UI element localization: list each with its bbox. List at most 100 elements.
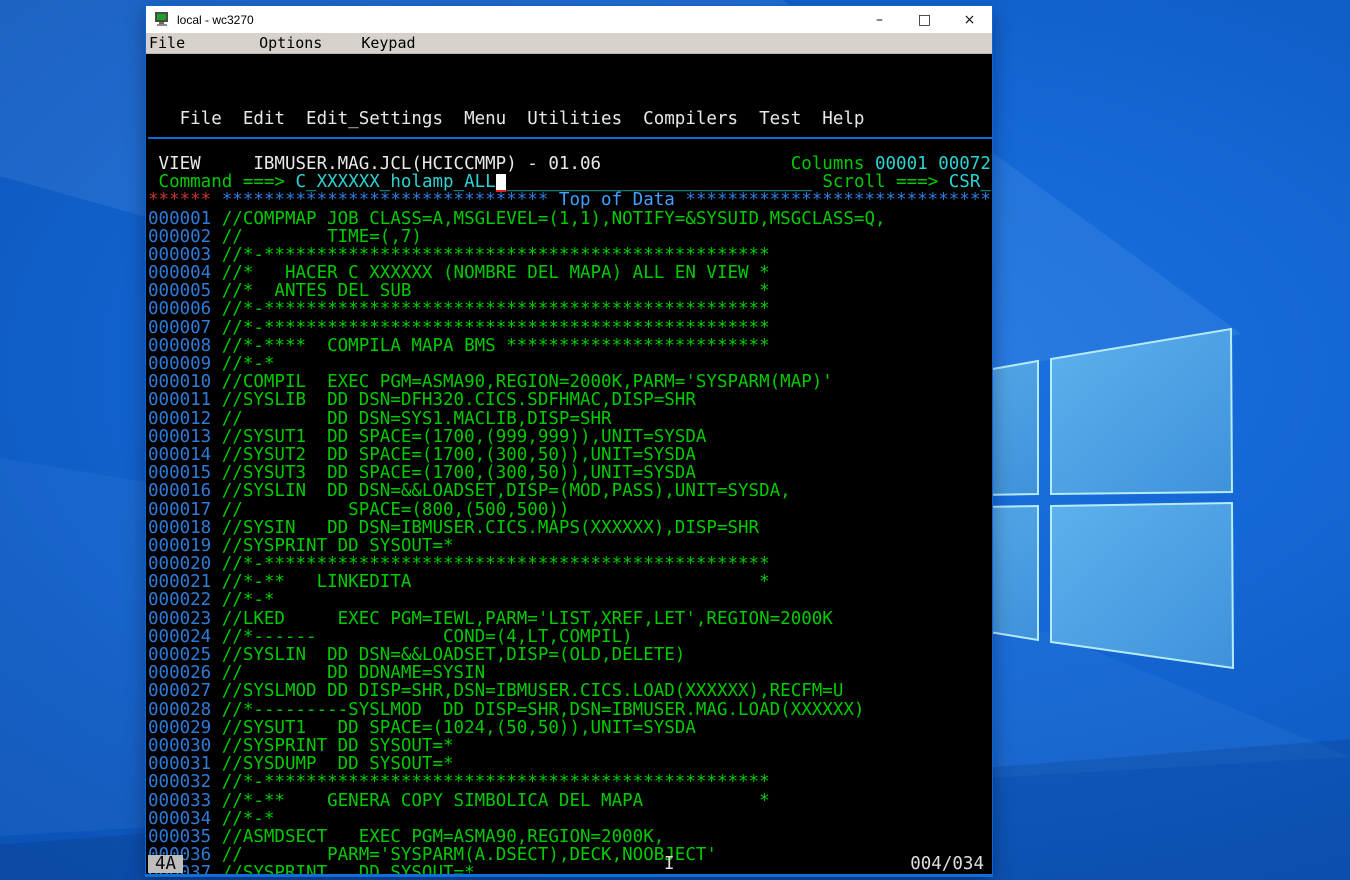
terminal-text: //*-************************************… [211, 772, 769, 792]
terminal-text: 000023 [148, 609, 211, 629]
title-bar[interactable]: local - wc3270 – □ × [146, 6, 992, 33]
terminal-text: 000025 [148, 645, 211, 665]
oia-insert-indicator: I [664, 855, 675, 873]
command-line[interactable]: Command ===> C_XXXXXX_holamp_ALL _______… [148, 173, 992, 191]
ispf-separator [148, 137, 992, 155]
terminal-row: 000032 //*-*****************************… [148, 773, 992, 791]
terminal-row: 000029 //SYSUT1 DD SPACE=(1024,(50,50)),… [148, 719, 992, 737]
terminal-text: //SYSDUMP DD SYSOUT=* [211, 754, 453, 774]
ispf-action-bar[interactable]: File Edit Edit_Settings Menu Utilities C… [148, 110, 992, 128]
terminal-screen[interactable]: File Edit Edit_Settings Menu Utilities C… [146, 54, 992, 874]
terminal-text: 000017 [148, 500, 211, 520]
menu-options[interactable]: Options [259, 34, 322, 52]
terminal-text: 000004 [148, 263, 211, 283]
terminal-text: 000028 [148, 700, 211, 720]
terminal-text: //*---------SYSLMOD DD DISP=SHR,DSN=IBMU… [211, 700, 864, 720]
terminal-text: 000001 [148, 209, 211, 229]
terminal-row: 000035 //ASMDSECT EXEC PGM=ASMA90,REGION… [148, 828, 992, 846]
terminal-text: 000016 [148, 481, 211, 501]
terminal-text: 000029 [148, 718, 211, 738]
terminal-text: //*-************************************… [211, 318, 769, 338]
menu-file[interactable]: File [149, 34, 185, 52]
top-of-data-line: ****** ******************************* T… [148, 191, 992, 209]
terminal-row: 000027 //SYSLMOD DD DISP=SHR,DSN=IBMUSER… [148, 682, 992, 700]
terminal-row: 000031 //SYSDUMP DD SYSOUT=* [148, 755, 992, 773]
terminal-row: 000012 // DD DSN=SYS1.MACLIB,DISP=SHR [148, 410, 992, 428]
terminal-text: 000031 [148, 754, 211, 774]
terminal-text: 000027 [148, 681, 211, 701]
terminal-text: 000010 [148, 372, 211, 392]
terminal-text: //SYSUT3 DD SPACE=(1700,(300,50)),UNIT=S… [211, 463, 696, 483]
terminal-row: 000014 //SYSUT2 DD SPACE=(1700,(300,50))… [148, 446, 992, 464]
terminal-text: //SYSIN DD DSN=IBMUSER.CICS.MAPS(XXXXXX)… [211, 518, 759, 538]
terminal-text: //*-** LINKEDITA * [211, 572, 769, 592]
terminal-text: //*-**** COMPILA MAPA BMS **************… [211, 336, 769, 356]
terminal-text: //*-* [211, 809, 274, 829]
terminal-app-icon [154, 12, 170, 27]
terminal-text: File Edit Edit_Settings Menu Utilities C… [148, 109, 864, 129]
terminal-text: //SYSLIB DD DSN=DFH320.CICS.SDFHMAC,DISP… [211, 390, 696, 410]
terminal-text: ******************************* [211, 190, 548, 210]
oia-cursor-position: 004/034 [910, 855, 984, 873]
blank-row [148, 91, 992, 109]
terminal-row: 000020 //*-*****************************… [148, 555, 992, 573]
terminal-text: //LKED EXEC PGM=IEWL,PARM='LIST,XREF,LET… [211, 609, 833, 629]
terminal-text: // TIME=(,7) [211, 227, 422, 247]
terminal-row: 000004 //* HACER C XXXXXX (NOMBRE DEL MA… [148, 264, 992, 282]
terminal-row: 000005 //* ANTES DEL SUB * [148, 282, 992, 300]
terminal-text: 000009 [148, 354, 211, 374]
terminal-text: 000015 [148, 463, 211, 483]
terminal-text: //*-* [211, 590, 274, 610]
terminal-text: // DD DSN=SYS1.MACLIB,DISP=SHR [211, 409, 611, 429]
terminal-text: 000026 [148, 663, 211, 683]
windows-logo-pane [1051, 503, 1233, 668]
terminal-text: 000003 [148, 245, 211, 265]
terminal-text: //SYSLMOD DD DISP=SHR,DSN=IBMUSER.CICS.L… [211, 681, 843, 701]
menu-keypad[interactable]: Keypad [361, 34, 415, 52]
terminal-text: 000033 [148, 791, 211, 811]
terminal-row: 000033 //*-** GENERA COPY SIMBOLICA DEL … [148, 792, 992, 810]
terminal-text: ****** [148, 190, 211, 210]
terminal-text: 000005 [148, 281, 211, 301]
close-button[interactable]: × [947, 6, 992, 33]
terminal-text: Top of Data [548, 190, 685, 210]
terminal-row: 000023 //LKED EXEC PGM=IEWL,PARM='LIST,X… [148, 610, 992, 628]
terminal-text: ***************************** [685, 190, 991, 210]
terminal-text: 000024 [148, 627, 211, 647]
terminal-row: 000018 //SYSIN DD DSN=IBMUSER.CICS.MAPS(… [148, 519, 992, 537]
terminal-text: 000002 [148, 227, 211, 247]
emulator-menu-bar: File Options Keypad [146, 33, 992, 54]
terminal-text: //ASMDSECT EXEC PGM=ASMA90,REGION=2000K, [211, 827, 664, 847]
terminal-row: 000009 //*-* [148, 355, 992, 373]
terminal-text: CSR_ [949, 172, 991, 192]
terminal-row: 000003 //*-*****************************… [148, 246, 992, 264]
windows-logo-pane [1051, 329, 1232, 494]
terminal-row: 000017 // SPACE=(800,(500,500)) [148, 501, 992, 519]
title-line: VIEW IBMUSER.MAG.JCL(HCICCMMP) - 01.06 C… [148, 155, 992, 173]
terminal-row: 000021 //*-** LINKEDITA * [148, 573, 992, 591]
terminal-text: // DD DDNAME=SYSIN [211, 663, 485, 683]
terminal-row: 000034 //*-* [148, 810, 992, 828]
terminal-text: //SYSLIN DD DSN=&&LOADSET,DISP=(OLD,DELE… [211, 645, 685, 665]
minimize-button[interactable]: – [857, 6, 902, 33]
terminal-row: 000007 //*-*****************************… [148, 319, 992, 337]
terminal-text: //*-************************************… [211, 554, 769, 574]
terminal-text: //*-** GENERA COPY SIMBOLICA DEL MAPA * [211, 791, 769, 811]
terminal-text: //*-************************************… [211, 299, 769, 319]
terminal-row: 000024 //*------ COND=(4,LT,COMPIL) [148, 628, 992, 646]
terminal-text: 000021 [148, 572, 211, 592]
terminal-text: //SYSPRINT DD SYSOUT=* [211, 736, 453, 756]
terminal-text: //SYSUT1 DD SPACE=(1024,(50,50)),UNIT=SY… [211, 718, 696, 738]
terminal-text: //* HACER C XXXXXX (NOMBRE DEL MAPA) ALL… [211, 263, 769, 283]
action-bar-divider [148, 137, 992, 139]
terminal-text: 000006 [148, 299, 211, 319]
operator-info-area: 4A I 004/034 [148, 855, 990, 873]
terminal-row: 000002 // TIME=(,7) [148, 228, 992, 246]
terminal-text: //*------ COND=(4,LT,COMPIL) [211, 627, 632, 647]
terminal-text: Command ===> [148, 172, 296, 192]
oia-status-badge: 4A [148, 855, 183, 873]
terminal-text: //SYSUT1 DD SPACE=(1700,(999,999)),UNIT=… [211, 427, 706, 447]
maximize-button[interactable]: □ [902, 6, 947, 33]
terminal-text: //COMPIL EXEC PGM=ASMA90,REGION=2000K,PA… [211, 372, 833, 392]
terminal-text: //*-* [211, 354, 274, 374]
